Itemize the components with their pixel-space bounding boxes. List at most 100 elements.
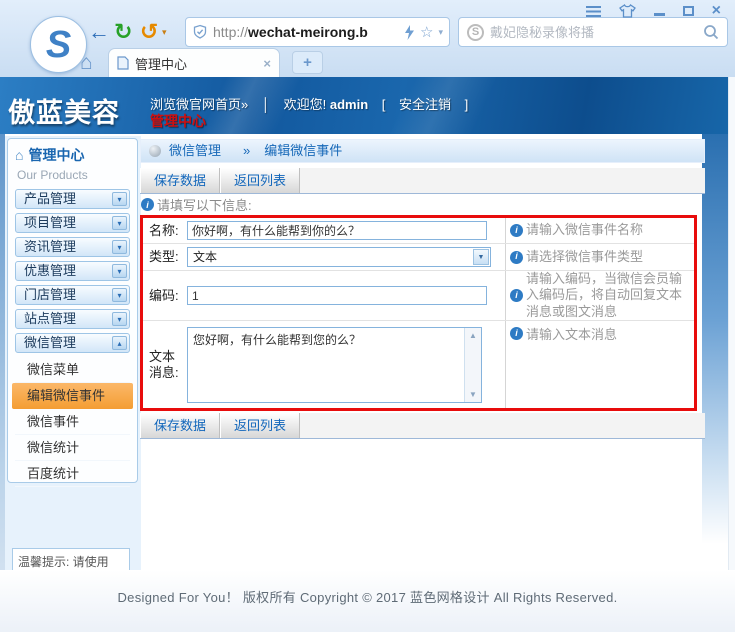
toolbar-top: 保存数据 返回列表 [140,168,705,194]
sidebar-products-label: Our Products [17,168,88,182]
sidebar-subitem-wechat-menu[interactable]: 微信菜单 [15,357,130,383]
info-icon: i [510,224,523,237]
page-right-border [702,134,728,544]
text-message-textarea[interactable]: 您好啊，有什么能帮到您的么？ [188,327,481,402]
form-instruction: i 请填写以下信息: [140,194,705,215]
toolbar-bottom: 保存数据 返回列表 [140,413,705,439]
hint-name: i 请输入微信事件名称 [505,218,694,243]
skin-shirt-icon[interactable] [618,4,636,18]
browser-logo[interactable]: S [30,16,87,73]
refresh-button[interactable]: ↻ [114,18,132,46]
scroll-down-icon[interactable]: ▼ [465,390,481,399]
copyright-text: Designed For You！ 版权所有 Copyright © 2017 … [117,590,618,605]
sidebar-item-store-mgmt[interactable]: 门店管理 ▾ [15,285,130,305]
save-button[interactable]: 保存数据 [140,413,221,438]
browser-chrome: S ← ↻ ↺ ▾ http://wechat-meirong.b ☆ ▾ S [0,0,735,77]
browser-window: S ← ↻ ↺ ▾ http://wechat-meirong.b ☆ ▾ S [0,0,735,632]
info-icon: i [510,327,523,340]
address-bar[interactable]: http://wechat-meirong.b ☆ ▾ [185,17,450,47]
lightning-icon[interactable] [404,24,415,40]
sidebar-subitem-wechat-stats[interactable]: 微信统计 [15,435,130,461]
sidebar-item-project-mgmt[interactable]: 项目管理 ▾ [15,213,130,233]
menu-icon[interactable] [585,5,601,17]
new-tab-button[interactable]: + [292,51,323,74]
tab-admin-center[interactable]: 管理中心 × [108,48,280,77]
url-domain: wechat-meirong.b [248,24,368,40]
bookmark-star-icon[interactable]: ☆ [420,23,433,41]
info-icon: i [141,198,154,211]
breadcrumb-section[interactable]: 微信管理 [169,140,221,162]
page-scrollbar[interactable] [728,77,735,632]
breadcrumb-page: 编辑微信事件 [264,143,343,158]
chevron-up-icon[interactable]: ▴ [112,336,127,350]
back-to-list-button[interactable]: 返回列表 [220,413,301,438]
search-engine-icon: S [467,23,484,41]
wechat-submenu: 微信菜单 编辑微信事件 微信事件 微信统计 百度统计 [12,357,133,487]
browser-logo-letter: S [45,23,72,66]
header-divider: │ [261,97,270,112]
chevron-down-icon[interactable]: ▾ [112,216,127,230]
breadcrumb: 微信管理 » 编辑微信事件 [140,139,705,163]
address-dropdown-caret[interactable]: ▾ [438,27,443,38]
field-label-name: 名称: [149,222,179,238]
sidebar-title: ⌂ 管理中心 [15,147,85,163]
form-row-code: 编码: i 请输入编码，当微信会员输入编码后，将自动回复文本消息或图文消息 [143,271,694,321]
event-code-input[interactable] [187,286,487,305]
tab-page-icon [117,56,129,70]
sidebar-item-news-mgmt[interactable]: 资讯管理 ▾ [15,237,130,257]
bracket-open: [ [381,97,386,112]
form-row-name: 名称: i 请输入微信事件名称 [143,218,694,244]
chevron-down-icon[interactable]: ▾ [112,312,127,326]
breadcrumb-sphere-icon [149,145,161,157]
back-button[interactable]: ← [88,18,110,46]
sidebar-subitem-edit-wechat-event[interactable]: 编辑微信事件 [12,383,133,409]
window-controls: × [585,3,721,19]
page-viewport: 傲蓝美容 浏览微官网首页» │ 欢迎您! admin [ 安全注销 ] 管理中心… [0,77,735,632]
search-bar[interactable]: S [458,17,728,47]
breadcrumb-separator: » [243,143,251,158]
search-input[interactable] [490,24,697,40]
chevron-down-icon[interactable]: ▾ [112,288,127,302]
back-to-list-button[interactable]: 返回列表 [220,168,301,193]
site-header: 傲蓝美容 浏览微官网首页» │ 欢迎您! admin [ 安全注销 ] 管理中心 [0,77,728,134]
header-subtitle: 管理中心 [150,113,206,129]
url-scheme: http:// [213,24,249,40]
sidebar-subitem-wechat-event[interactable]: 微信事件 [15,409,130,435]
sidebar-item-promo-mgmt[interactable]: 优惠管理 ▾ [15,261,130,281]
site-logo: 傲蓝美容 [8,98,120,128]
annotation-red-box: 名称: i 请输入微信事件名称 类型: 文本 ▼ [140,215,697,411]
sidebar: ⌂ 管理中心 Our Products 产品管理 ▾ 项目管理 ▾ 资讯管理 ▾ … [5,136,141,632]
sidebar-item-site-mgmt[interactable]: 站点管理 ▾ [15,309,130,329]
main-content: 微信管理 » 编辑微信事件 保存数据 返回列表 i 请填写以下信息: 名称: 你… [140,139,705,439]
chevron-down-icon[interactable]: ▾ [112,192,127,206]
close-icon[interactable]: × [712,3,721,19]
page-footer: Designed For You！ 版权所有 Copyright © 2017 … [0,570,735,632]
select-caret-icon[interactable]: ▼ [473,249,489,265]
minimize-icon[interactable] [653,12,665,16]
hint-code: i 请输入编码，当微信会员输入编码后，将自动回复文本消息或图文消息 [505,271,694,320]
tab-title: 管理中心 [135,56,188,72]
undo-button[interactable]: ↺ [140,18,158,46]
browse-site-link[interactable]: 浏览微官网首页» [150,97,248,112]
logout-link[interactable]: 安全注销 [399,97,451,112]
form-row-type: 类型: 文本 ▼ i 请选择微信事件类型 [143,244,694,271]
sidebar-subitem-baidu-stats[interactable]: 百度统计 [15,461,130,487]
chevron-down-icon[interactable]: ▾ [112,240,127,254]
event-name-input[interactable] [187,221,487,240]
save-button[interactable]: 保存数据 [140,168,221,193]
maximize-icon[interactable] [682,6,694,16]
bracket-close: ] [464,97,469,112]
scroll-up-icon[interactable]: ▲ [465,331,481,340]
chevron-down-icon[interactable]: ▾ [112,264,127,278]
username: admin [329,97,369,112]
hint-type: i 请选择微信事件类型 [505,244,694,270]
search-magnifier-icon[interactable] [703,24,719,40]
sidebar-item-wechat-mgmt[interactable]: 微信管理 ▴ [15,333,130,353]
event-type-select[interactable]: 文本 ▼ [187,247,491,267]
tab-close-icon[interactable]: × [263,56,271,71]
sidebar-item-product-mgmt[interactable]: 产品管理 ▾ [15,189,130,209]
textarea-scrollbar[interactable]: ▲ ▼ [464,327,481,402]
field-label-type: 类型: [149,249,179,265]
undo-dropdown-caret[interactable]: ▾ [162,27,167,38]
info-icon: i [510,250,523,264]
